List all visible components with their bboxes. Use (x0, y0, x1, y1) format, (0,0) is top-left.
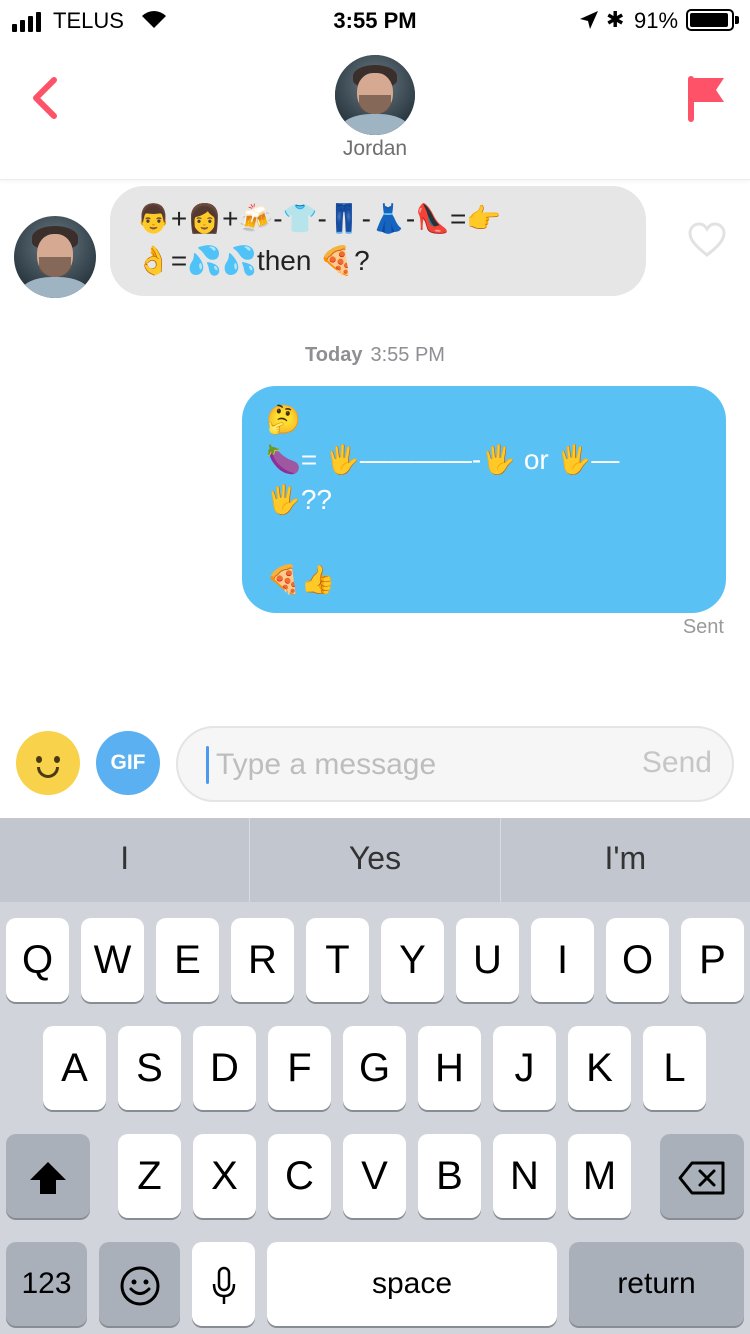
key[interactable]: C (268, 1134, 331, 1218)
key[interactable]: P (681, 918, 744, 1002)
incoming-message-line: 👌=💦💦then 🍕? (136, 245, 370, 276)
location-icon (580, 11, 598, 29)
key[interactable]: U (456, 918, 519, 1002)
incoming-message-line: 👨+👩+🍻-👕-👖-👗-👠=👉 (136, 203, 502, 234)
flag-icon[interactable] (686, 74, 726, 124)
key[interactable]: G (343, 1026, 406, 1110)
message-input[interactable] (216, 740, 596, 790)
backspace-key[interactable] (660, 1134, 744, 1218)
key[interactable]: T (306, 918, 369, 1002)
heart-icon[interactable] (688, 222, 726, 258)
key[interactable]: L (643, 1026, 706, 1110)
suggestion-item[interactable]: I'm (501, 818, 750, 902)
contact-avatar[interactable] (335, 55, 415, 135)
chat-header: Jordan (0, 40, 750, 180)
battery-icon (686, 9, 739, 31)
contact-name[interactable]: Jordan (0, 137, 750, 161)
send-button[interactable]: Send (642, 746, 712, 780)
space-key[interactable]: space (267, 1242, 557, 1326)
incoming-message-bubble[interactable]: 👨+👩+🍻-👕-👖-👗-👠=👉 👌=💦💦then 🍕? (110, 186, 646, 296)
gif-button[interactable]: GIF (96, 731, 160, 795)
sent-status: Sent (682, 616, 724, 638)
return-key[interactable]: return (569, 1242, 744, 1326)
message-composer[interactable]: Send (176, 726, 734, 802)
shift-icon (30, 1162, 66, 1195)
key[interactable]: S (118, 1026, 181, 1110)
status-bar: TELUS 3:55 PM ✱ 91% (0, 0, 750, 40)
battery-percent: 91% (634, 8, 679, 33)
microphone-key[interactable] (192, 1242, 255, 1326)
suggestion-bar: I Yes I'm (0, 818, 750, 902)
key[interactable]: I (531, 918, 594, 1002)
key[interactable]: Y (381, 918, 444, 1002)
key[interactable]: F (268, 1026, 331, 1110)
sender-avatar[interactable] (14, 216, 96, 298)
backspace-icon (678, 1161, 725, 1195)
key[interactable]: M (568, 1134, 631, 1218)
outgoing-message-bubble[interactable]: 🤔 🍆= 🖐————-🖐 or 🖐— 🖐?? 🍕👍 (242, 386, 726, 613)
key[interactable]: D (193, 1026, 256, 1110)
key[interactable]: R (231, 918, 294, 1002)
key[interactable]: A (43, 1026, 106, 1110)
key[interactable]: N (493, 1134, 556, 1218)
key[interactable]: V (343, 1134, 406, 1218)
microphone-icon (212, 1267, 235, 1305)
key[interactable]: X (193, 1134, 256, 1218)
timestamp-day: Today (305, 344, 363, 366)
key[interactable]: E (156, 918, 219, 1002)
message-timestamp: Today 3:55 PM (0, 344, 750, 367)
timestamp-time: 3:55 PM (370, 344, 445, 366)
emoji-keyboard-icon (120, 1266, 159, 1306)
key[interactable]: K (568, 1026, 631, 1110)
shift-key[interactable] (6, 1134, 90, 1218)
key[interactable]: O (606, 918, 669, 1002)
keyboard: I Yes I'm Q W E R T Y U I O P A S D F G … (0, 818, 750, 1334)
suggestion-item[interactable]: Yes (250, 818, 501, 902)
key[interactable]: B (418, 1134, 481, 1218)
text-caret (206, 746, 209, 784)
emoji-icon[interactable] (16, 731, 80, 795)
key[interactable]: Q (6, 918, 69, 1002)
key[interactable]: W (81, 918, 144, 1002)
numbers-key[interactable]: 123 (6, 1242, 87, 1326)
key[interactable]: H (418, 1026, 481, 1110)
suggestion-item[interactable]: I (0, 818, 251, 902)
key[interactable]: Z (118, 1134, 181, 1218)
emoji-keyboard-key[interactable] (99, 1242, 180, 1326)
back-icon[interactable] (24, 76, 68, 120)
outgoing-message-text: 🤔 🍆= 🖐————-🖐 or 🖐— 🖐?? 🍕👍 (266, 404, 620, 595)
bluetooth-icon: ✱ (606, 7, 625, 32)
key[interactable]: J (493, 1026, 556, 1110)
